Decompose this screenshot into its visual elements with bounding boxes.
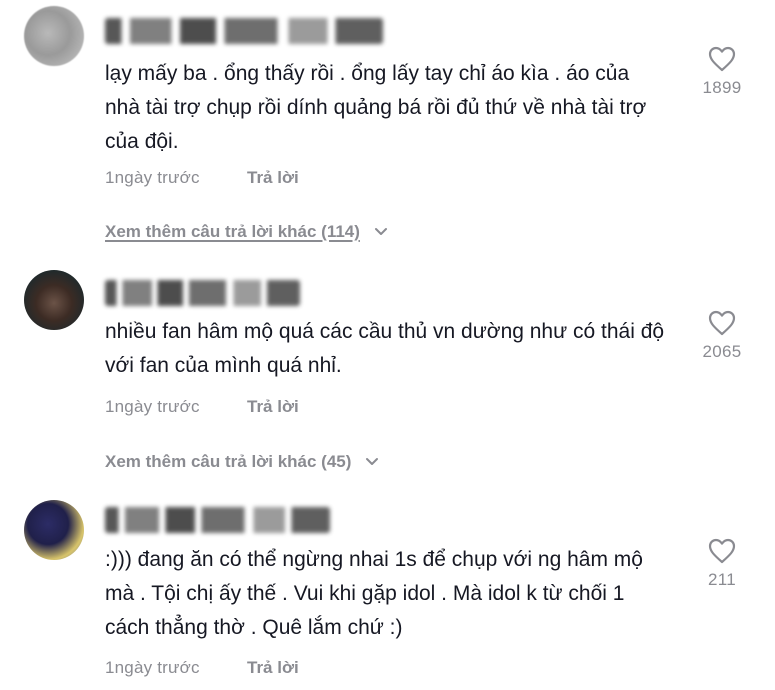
avatar[interactable]: [24, 270, 84, 330]
heart-icon: [708, 538, 736, 564]
reply-button[interactable]: Trả lời: [247, 658, 299, 678]
comment-text: :))) đang ăn có thể ngừng nhai 1s để chụ…: [105, 548, 643, 639]
comment-meta: 1ngày trước Trả lời: [105, 658, 299, 678]
chevron-down-icon: [374, 228, 387, 235]
avatar[interactable]: [24, 6, 84, 66]
username-blurred[interactable]: [105, 18, 383, 44]
heart-icon: [708, 310, 736, 336]
comment-text: lạy mấy ba . ổng thấy rồi . ổng lấy tay …: [105, 62, 647, 153]
heart-icon: [708, 46, 736, 72]
comment-time: 1ngày trước: [105, 168, 200, 187]
reply-button[interactable]: Trả lời: [247, 168, 299, 188]
view-more-replies-label: Xem thêm câu trả lời khác (114): [105, 222, 360, 241]
comment-text: nhiều fan hâm mộ quá các cầu thủ vn dườn…: [105, 320, 665, 377]
like-button[interactable]: 2065: [692, 310, 752, 362]
comment-meta: 1ngày trước Trả lời: [105, 168, 299, 188]
view-more-replies-button[interactable]: Xem thêm câu trả lời khác (114): [105, 222, 388, 242]
avatar[interactable]: [24, 500, 84, 560]
view-more-replies-button[interactable]: Xem thêm câu trả lời khác (45): [105, 452, 379, 472]
username-blurred[interactable]: [105, 280, 300, 306]
reply-button[interactable]: Trả lời: [247, 397, 299, 417]
like-count: 211: [707, 570, 736, 589]
view-more-replies-label: Xem thêm câu trả lời khác (45): [105, 452, 352, 471]
like-count: 1899: [702, 78, 742, 97]
username-blurred[interactable]: [105, 507, 330, 533]
like-button[interactable]: 211: [692, 538, 752, 590]
comment-time: 1ngày trước: [105, 397, 200, 416]
comment-time: 1ngày trước: [105, 658, 200, 677]
like-count: 2065: [702, 342, 742, 361]
comment-meta: 1ngày trước Trả lời: [105, 397, 299, 417]
chevron-down-icon: [366, 458, 379, 465]
like-button[interactable]: 1899: [692, 46, 752, 98]
